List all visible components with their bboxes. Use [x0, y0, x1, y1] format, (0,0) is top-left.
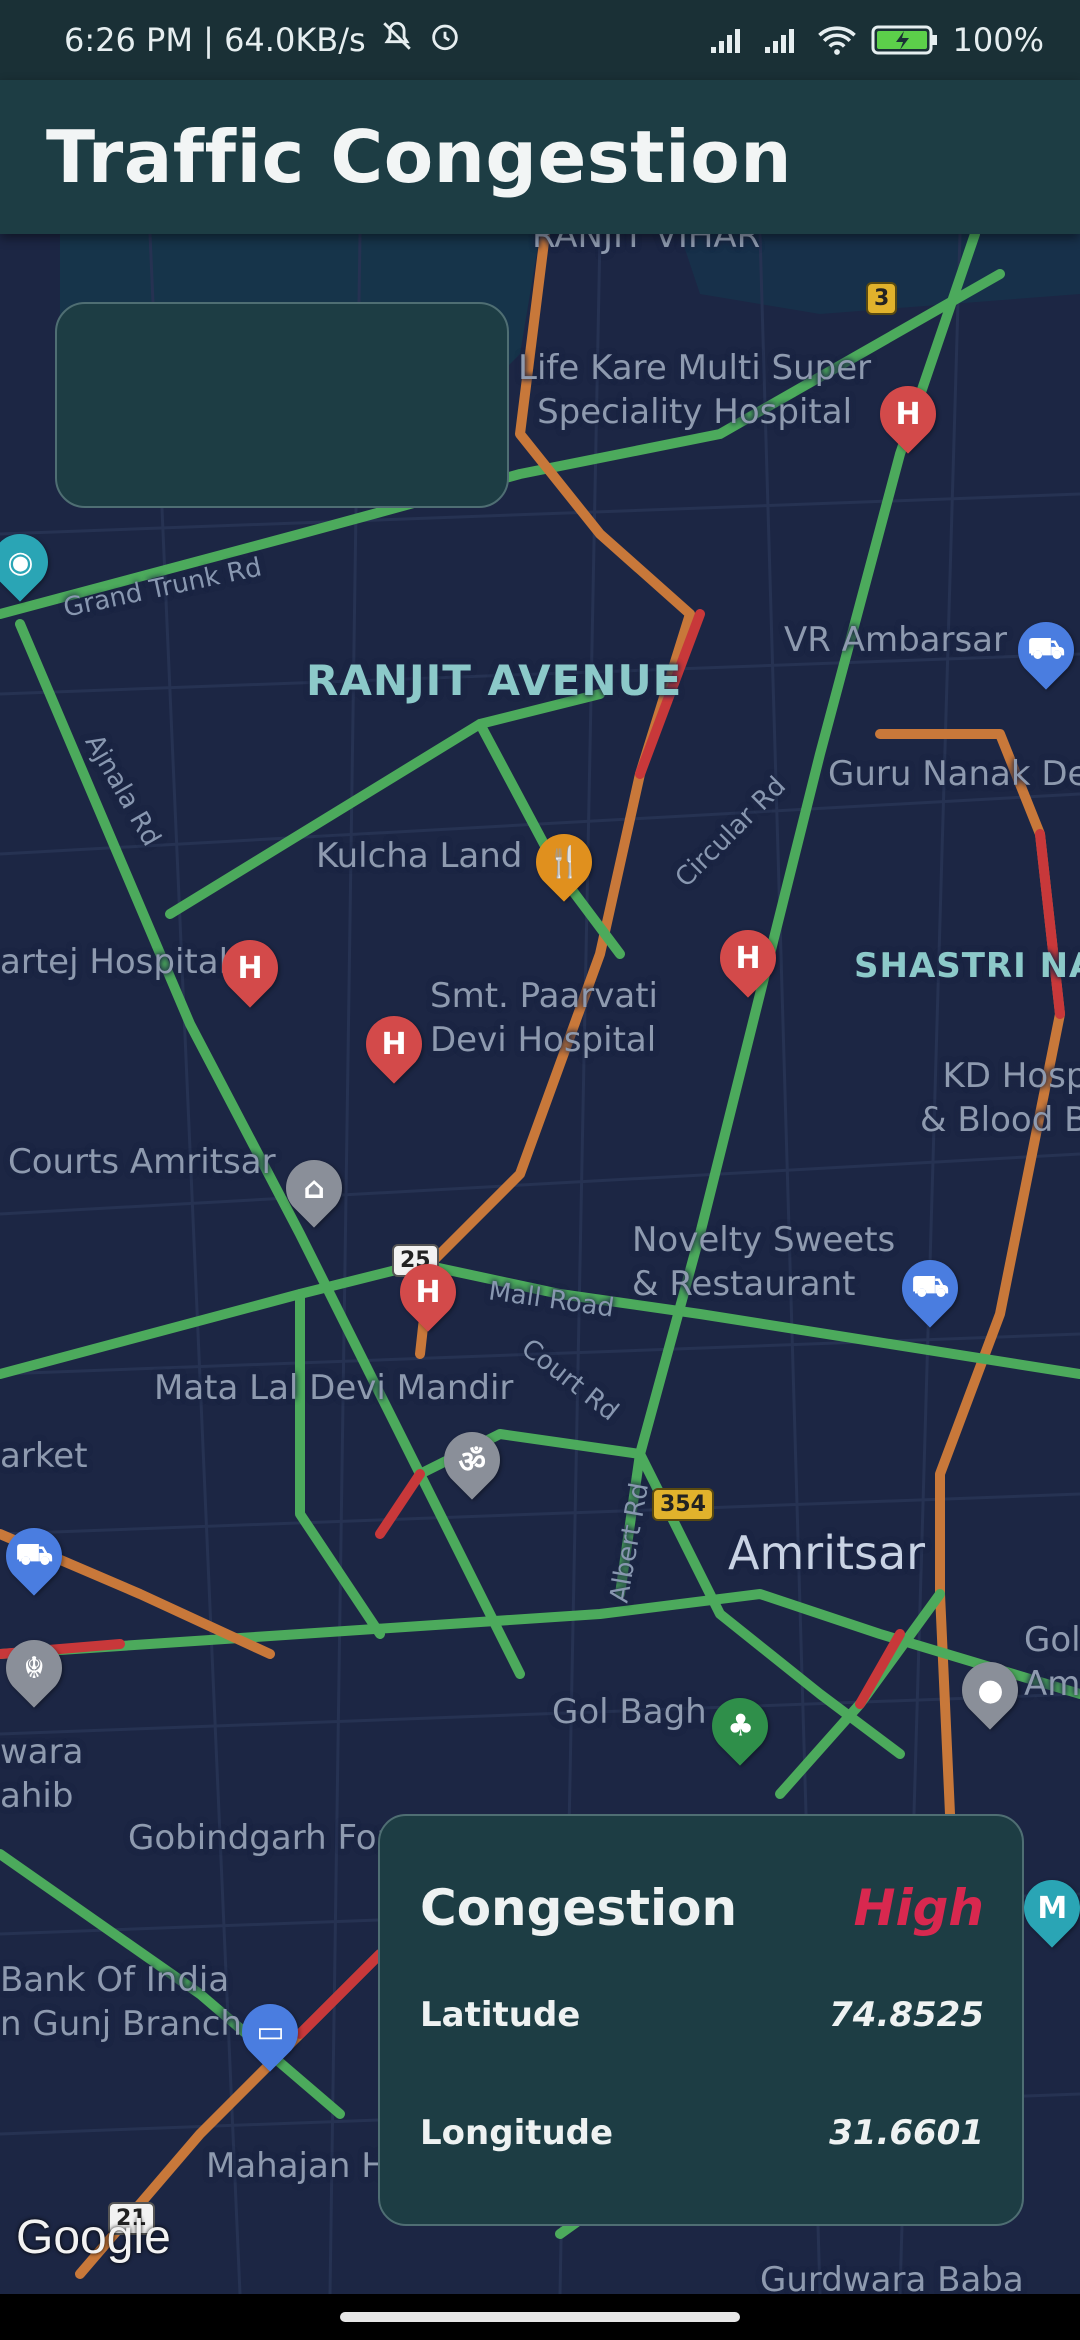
wifi-icon	[817, 24, 857, 56]
map-label-wara-ahib: wara ahib	[0, 1732, 84, 1817]
status-bar: 6:26 PM | 64.0KB/s 100%	[0, 0, 1080, 80]
latitude-value: 74.8525	[829, 1995, 984, 2035]
map-label-shastri-nagar: SHASTRI NAG	[854, 946, 1080, 986]
map-label-mata-lal-devi: Mata Lal Devi Mandir	[154, 1368, 514, 1408]
map-label-paarvati-hospital: Smt. Paarvati Devi Hospital	[430, 976, 659, 1061]
map-label-amritsar: Amritsar	[728, 1526, 926, 1580]
map-label-gol-bagh: Gol Bagh	[552, 1692, 707, 1732]
map-label-guru-nanak: Guru Nanak Dev	[828, 754, 1080, 794]
map-label-vr-ambarsar: VR Ambarsar	[784, 620, 1007, 660]
longitude-label: Longitude	[420, 2113, 614, 2153]
map-label-bank-of-india: Bank Of India n Gunj Branch	[0, 1960, 242, 2045]
google-attribution: Google	[16, 2211, 171, 2264]
congestion-row: Congestion High	[420, 1860, 984, 1956]
map-label-mahajan: Mahajan H	[206, 2146, 387, 2186]
longitude-row: Longitude 31.6601	[420, 2074, 984, 2192]
map-label-gurdwara: Gurdwara Baba	[760, 2260, 1024, 2294]
page-title: Traffic Congestion	[46, 115, 792, 199]
mute-icon	[380, 19, 414, 61]
status-time: 6:26 PM | 64.0KB/s	[64, 21, 366, 59]
map-label-gobindgarh: Gobindgarh For	[128, 1818, 391, 1858]
map-label-novelty-sweets: Novelty Sweets & Restaurant	[632, 1220, 896, 1305]
route-shield-3: 3	[866, 282, 898, 315]
alarm-icon	[428, 19, 462, 61]
latitude-label: Latitude	[420, 1995, 581, 2035]
map-label-kd-hospital: KD Hosp & Blood B	[920, 1056, 1080, 1141]
congestion-level: High	[853, 1879, 984, 1937]
signal-icon-2	[763, 25, 803, 55]
map-label-fartej-hospital: artej Hospital	[0, 942, 229, 982]
congestion-info-card: Congestion High Latitude 74.8525 Longitu…	[378, 1814, 1024, 2226]
map-label-life-kare: Life Kare Multi Super Speciality Hospita…	[518, 348, 872, 433]
map-label-ranjit-avenue: RANJIT AVENUE	[306, 656, 683, 705]
map-label-market: arket	[0, 1436, 88, 1476]
battery-icon	[871, 23, 939, 57]
latitude-row: Latitude 74.8525	[420, 1956, 984, 2074]
route-shield-354: 354	[652, 1488, 714, 1521]
top-overlay-card	[55, 302, 509, 508]
map-label-courts-amritsar: Courts Amritsar	[8, 1142, 276, 1182]
longitude-value: 31.6601	[829, 2113, 984, 2153]
map-label-ranjit-vihar: RANJIT VIHAR	[532, 234, 761, 256]
signal-icon	[709, 25, 749, 55]
home-handle[interactable]	[340, 2312, 740, 2322]
map-label-kulcha-land: Kulcha Land	[316, 836, 523, 876]
congestion-label: Congestion	[420, 1879, 738, 1937]
app-bar: Traffic Congestion	[0, 80, 1080, 234]
system-nav-bar	[0, 2294, 1080, 2340]
map-label-gol-am: Gol Am	[1024, 1620, 1080, 1705]
battery-percent: 100%	[952, 21, 1044, 59]
